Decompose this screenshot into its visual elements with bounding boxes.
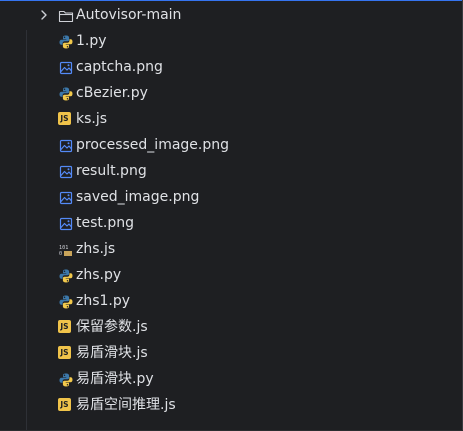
- svg-text:0: 0: [59, 251, 62, 257]
- file-row[interactable]: processed_image.png: [0, 132, 462, 158]
- image-file-icon: [58, 163, 74, 179]
- file-row[interactable]: 1.py: [0, 28, 462, 54]
- project-tree: Autovisor-main 1.py captcha.png cBezier.py…: [0, 2, 462, 430]
- image-file-icon: [58, 189, 74, 205]
- file-name: 易盾滑块.js: [76, 345, 148, 361]
- file-list: 1.py captcha.png cBezier.py JS ks.js processe…: [0, 28, 462, 418]
- file-row[interactable]: test.png: [0, 210, 462, 236]
- file-name: zhs1.py: [76, 293, 131, 309]
- file-name: captcha.png: [76, 59, 163, 75]
- file-row[interactable]: zhs.py: [0, 262, 462, 288]
- file-row[interactable]: result.png: [0, 158, 462, 184]
- chevron-right-icon[interactable]: [38, 2, 50, 28]
- file-name: 保留参数.js: [76, 319, 148, 335]
- file-row[interactable]: JS 易盾滑块.js: [0, 340, 462, 366]
- python-file-icon: [58, 85, 74, 101]
- file-row[interactable]: zhs1.py: [0, 288, 462, 314]
- file-name: 易盾滑块.py: [76, 371, 154, 387]
- javascript-file-icon: JS: [58, 112, 71, 125]
- indent-guide: [26, 30, 27, 430]
- file-name: ks.js: [76, 111, 108, 127]
- file-name: zhs.js: [76, 241, 116, 257]
- tree-folder-autovisor-main[interactable]: Autovisor-main: [0, 2, 462, 28]
- file-row[interactable]: 易盾滑块.py: [0, 366, 462, 392]
- panel-top-border: [0, 0, 463, 1]
- python-file-icon: [58, 293, 74, 309]
- file-row[interactable]: captcha.png: [0, 54, 462, 80]
- file-row[interactable]: cBezier.py: [0, 80, 462, 106]
- folder-name: Autovisor-main: [76, 7, 182, 23]
- file-name: processed_image.png: [76, 137, 230, 153]
- python-file-icon: [58, 267, 74, 283]
- javascript-file-icon: JS: [58, 320, 71, 333]
- javascript-file-icon: JS: [58, 398, 71, 411]
- file-name: cBezier.py: [76, 85, 148, 101]
- file-name: zhs.py: [76, 267, 122, 283]
- file-name: test.png: [76, 215, 134, 231]
- file-row[interactable]: 101 0 zhs.js: [0, 236, 462, 262]
- file-row[interactable]: JS ks.js: [0, 106, 462, 132]
- binary-file-icon: 101 0: [58, 241, 74, 257]
- image-file-icon: [58, 137, 74, 153]
- file-name: 易盾空间推理.js: [76, 397, 176, 413]
- file-name: result.png: [76, 163, 147, 179]
- folder-icon: [58, 7, 74, 23]
- image-file-icon: [58, 215, 74, 231]
- image-file-icon: [58, 59, 74, 75]
- file-name: saved_image.png: [76, 189, 200, 205]
- file-name: 1.py: [76, 33, 107, 49]
- python-file-icon: [58, 33, 74, 49]
- file-row[interactable]: saved_image.png: [0, 184, 462, 210]
- file-row[interactable]: JS 易盾空间推理.js: [0, 392, 462, 418]
- file-row[interactable]: JS 保留参数.js: [0, 314, 462, 340]
- javascript-file-icon: JS: [58, 346, 71, 359]
- python-file-icon: [58, 371, 74, 387]
